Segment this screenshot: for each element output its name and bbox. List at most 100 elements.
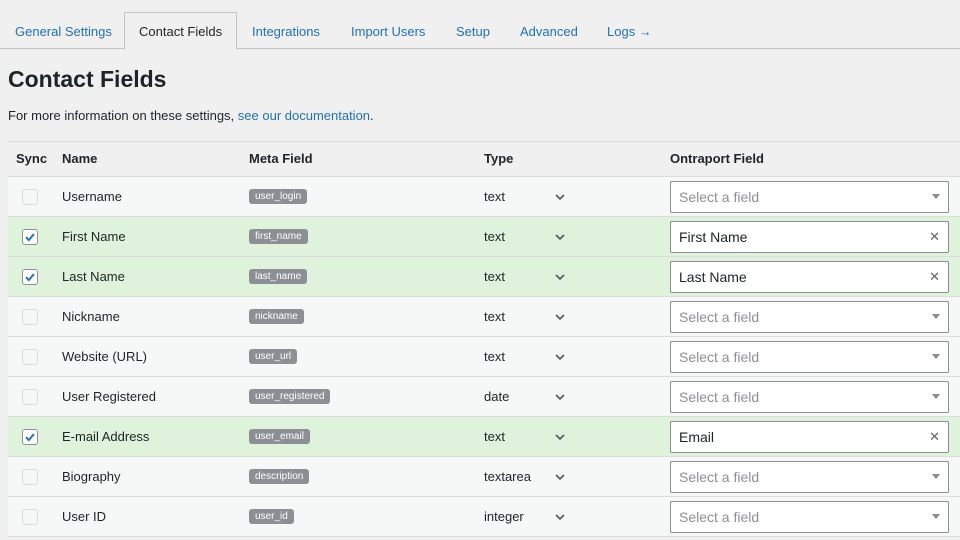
sync-checkbox[interactable] [22,348,38,365]
caret-down-icon [932,314,940,319]
header-name: Name [62,151,98,166]
checkmark-icon [25,272,35,281]
sync-cell [22,217,38,256]
table-row: Biography description textarea Select a … [8,457,960,497]
tab-logs[interactable]: Logs → [592,12,667,49]
ontraport-field-select[interactable]: Email ✕ [670,420,949,453]
field-name: E-mail Address [62,429,150,444]
ontraport-field-cell: Select a field [670,177,949,216]
type-value: integer [484,509,524,524]
ontraport-field-placeholder: Select a field [679,308,760,325]
type-select[interactable]: date [484,377,566,416]
meta-field-cell: user_registered [249,377,331,416]
ontraport-field-select[interactable]: Select a field [670,340,949,373]
meta-field-cell: nickname [249,297,304,336]
meta-field-cell: last_name [249,257,308,296]
table-row: Nickname nickname text Select a field [8,297,960,337]
ontraport-field-select[interactable]: Select a field [670,460,949,493]
ontraport-field-select[interactable]: First Name ✕ [670,220,949,253]
meta-field-badge: user_url [249,349,298,364]
sync-checkbox[interactable] [22,268,38,285]
sync-cell [22,177,38,216]
sync-cell [22,497,38,536]
meta-field-cell: user_login [249,177,308,216]
ontraport-field-select[interactable]: Last Name ✕ [670,260,949,293]
type-select[interactable]: text [484,257,566,296]
documentation-link[interactable]: see our documentation [238,108,370,123]
ontraport-field-value: Email [679,428,715,445]
info-text-prefix: For more information on these settings, [8,108,238,123]
table-row: First Name first_name text First Name ✕ [8,217,960,257]
type-select[interactable]: text [484,217,566,256]
info-text: For more information on these settings, … [8,108,374,123]
tab-advanced[interactable]: Advanced [505,12,593,49]
chevron-down-icon [554,391,566,403]
page-title: Contact Fields [8,66,167,92]
ontraport-field-cell: Select a field [670,337,949,376]
header-ontraport-field: Ontraport Field [670,151,764,166]
field-name: First Name [62,229,126,244]
field-name: Last Name [62,269,125,284]
type-select[interactable]: textarea [484,457,566,496]
type-value: text [484,429,505,444]
sync-checkbox[interactable] [22,468,38,485]
ontraport-field-value: First Name [679,228,748,245]
ontraport-field-placeholder: Select a field [679,468,760,485]
ontraport-field-select[interactable]: Select a field [670,300,949,333]
table-row: E-mail Address user_email text Email ✕ [8,417,960,457]
ontraport-field-select[interactable]: Select a field [670,180,949,213]
type-value: text [484,309,505,324]
ontraport-field-select[interactable]: Select a field [670,380,949,413]
sync-cell [22,337,38,376]
ontraport-field-select[interactable]: Select a field [670,500,949,533]
meta-field-cell: first_name [249,217,308,256]
chevron-down-icon [554,271,566,283]
sync-checkbox[interactable] [22,428,38,445]
sync-checkbox[interactable] [22,308,38,325]
ontraport-field-cell: Select a field [670,457,949,496]
tab-contact-fields[interactable]: Contact Fields [124,12,238,50]
ontraport-field-cell: Email ✕ [670,417,949,456]
caret-down-icon [932,394,940,399]
sync-cell [22,457,38,496]
tab-integrations[interactable]: Integrations [237,12,335,49]
meta-field-badge: description [249,469,310,484]
field-name: User Registered [62,389,156,404]
type-select[interactable]: text [484,337,566,376]
type-value: date [484,389,510,404]
clear-icon[interactable]: ✕ [929,229,940,245]
meta-field-cell: user_url [249,337,298,376]
ontraport-field-cell: Last Name ✕ [670,257,949,296]
ontraport-field-cell: Select a field [670,497,949,536]
type-value: textarea [484,469,531,484]
type-select[interactable]: text [484,417,566,456]
chevron-down-icon [554,351,566,363]
chevron-down-icon [554,231,566,243]
type-select[interactable]: text [484,177,566,216]
type-select[interactable]: integer [484,497,566,536]
meta-field-badge: last_name [249,269,308,284]
table-row: User Registered user_registered date Sel… [8,377,960,417]
ontraport-field-cell: Select a field [670,297,949,336]
tab-general-settings[interactable]: General Settings [0,12,127,49]
field-name: Username [62,189,122,204]
settings-tabs: General Settings Contact Fields Integrat… [0,0,960,50]
tab-import-users[interactable]: Import Users [336,12,440,49]
meta-field-badge: user_email [249,429,310,444]
tab-setup[interactable]: Setup [441,12,505,49]
table-row: Username user_login text Select a field [8,177,960,217]
clear-icon[interactable]: ✕ [929,269,940,285]
meta-field-badge: user_login [249,189,308,204]
ontraport-field-placeholder: Select a field [679,348,760,365]
meta-field-cell: user_id [249,497,294,536]
clear-icon[interactable]: ✕ [929,429,940,445]
sync-cell [22,377,38,416]
caret-down-icon [932,354,940,359]
sync-checkbox[interactable] [22,188,38,205]
type-select[interactable]: text [484,297,566,336]
table-row: Website (URL) user_url text Select a fie… [8,337,960,377]
sync-checkbox[interactable] [22,508,38,525]
ontraport-field-placeholder: Select a field [679,508,760,525]
sync-checkbox[interactable] [22,388,38,405]
sync-checkbox[interactable] [22,228,38,245]
